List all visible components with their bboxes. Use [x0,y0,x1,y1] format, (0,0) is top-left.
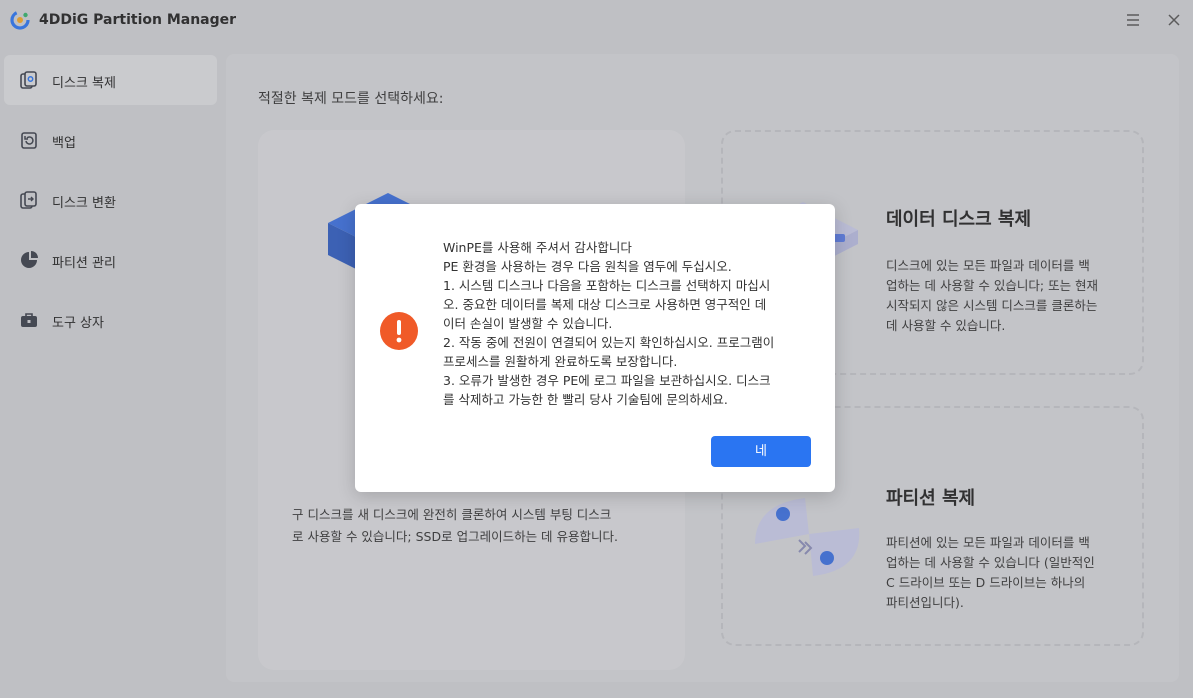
dialog-message-line: WinPE를 사용해 주셔서 감사합니다 [443,240,632,255]
dialog-message-line: 2. 작동 중에 전원이 연결되어 있는지 확인하십시오. 프로그램이 [443,335,775,350]
dialog-message-line: 이터 손실이 발생할 수 있습니다. [443,316,613,331]
dialog-message-line: 1. 시스템 디스크나 다음을 포함하는 디스크를 선택하지 마십시 [443,278,771,293]
warning-icon [380,312,418,350]
ok-button[interactable]: 네 [711,436,811,467]
dialog-message-line: 3. 오류가 발생한 경우 PE에 로그 파일을 보관하십시오. 디스크 [443,373,771,388]
dialog-message-line: 프로세스를 원활하게 완료하도록 보장합니다. [443,354,678,369]
dialog-message-line: 를 삭제하고 가능한 한 빨리 당사 기술팀에 문의하세요. [443,392,728,407]
winpe-notice-dialog: WinPE를 사용해 주셔서 감사합니다 PE 환경을 사용하는 경우 다음 원… [355,204,835,492]
dialog-message-line: PE 환경을 사용하는 경우 다음 원칙을 염두에 두십시오. [443,259,732,274]
dialog-message-line: 오. 중요한 데이터를 복제 대상 디스크로 사용하면 영구적인 데 [443,297,767,312]
